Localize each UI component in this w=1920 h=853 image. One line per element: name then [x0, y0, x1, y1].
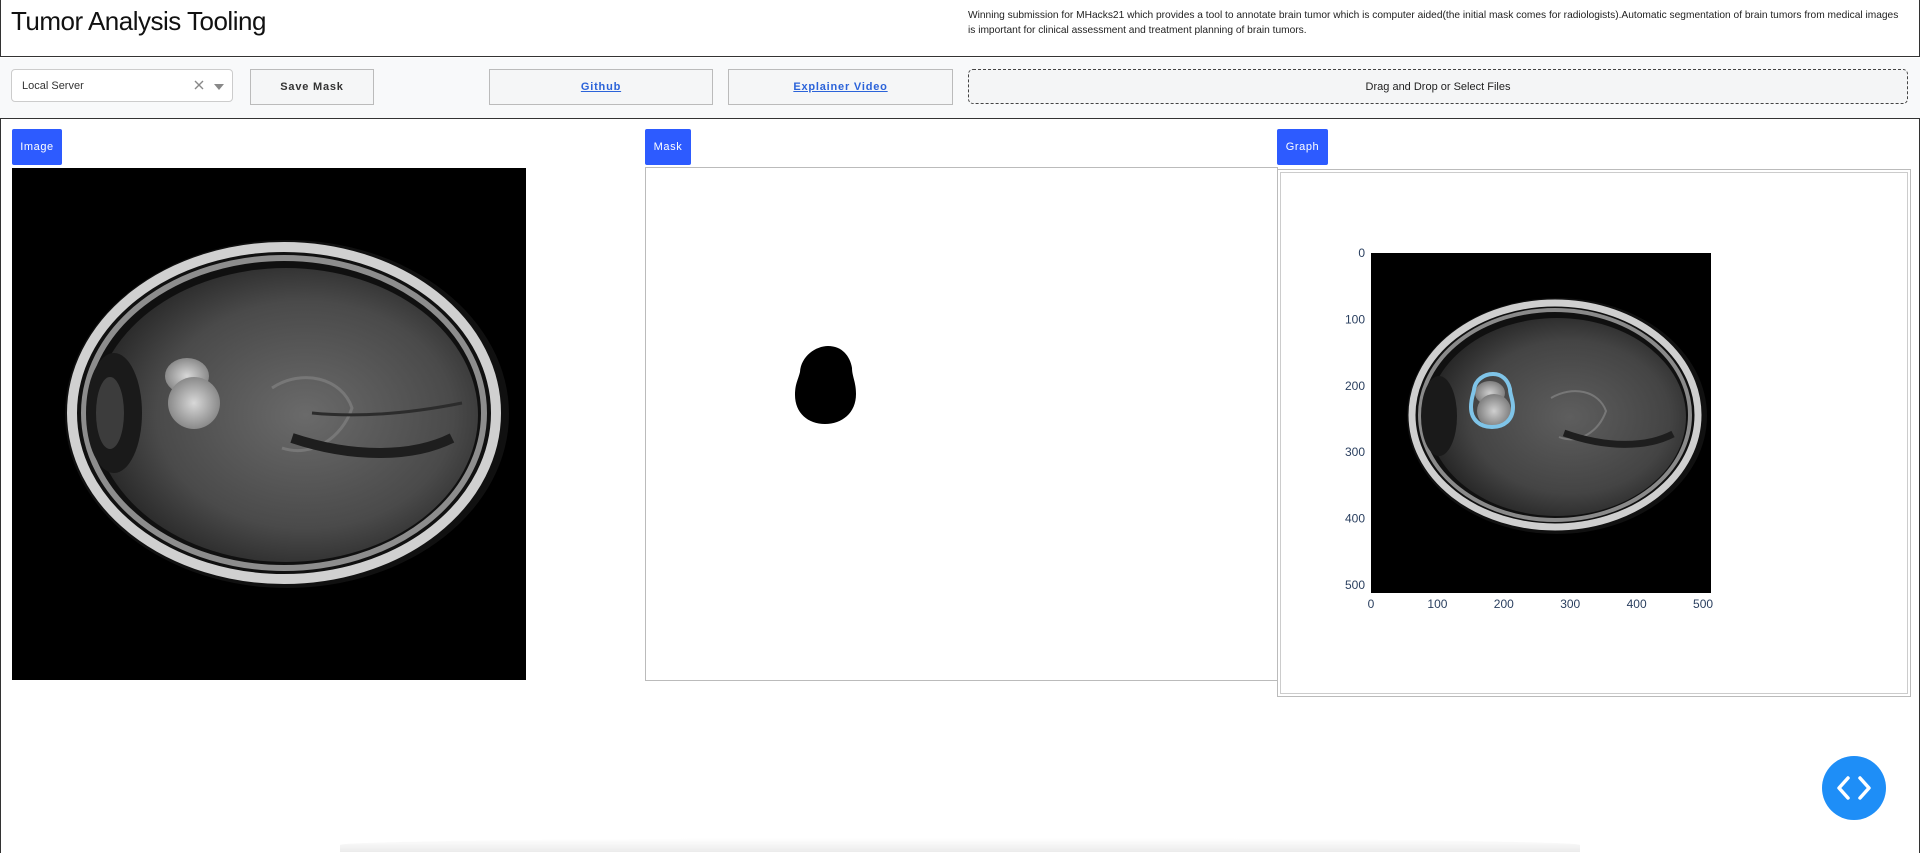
server-select[interactable]: Local Server	[11, 69, 233, 102]
code-toggle-button[interactable]	[1822, 756, 1886, 820]
x-tick-label: 200	[1494, 597, 1514, 611]
x-tick-label: 300	[1560, 597, 1580, 611]
y-tick-label: 400	[1345, 512, 1365, 526]
server-select-value: Local Server	[22, 80, 84, 92]
y-tick-label: 100	[1345, 312, 1365, 326]
header: Tumor Analysis Tooling Winning submissio…	[0, 0, 1920, 57]
mask-canvas[interactable]	[646, 168, 1277, 680]
tab-graph[interactable]: Graph	[1277, 129, 1328, 165]
main-content: Image Mask Graph 0 100 200 300 400 500 0…	[0, 118, 1920, 853]
image-frame	[11, 167, 645, 680]
y-tick-label: 300	[1345, 445, 1365, 459]
x-tick-label: 0	[1368, 597, 1375, 611]
graph-figure[interactable]: 0 100 200 300 400 500 0 100 200 300 400 500	[1281, 173, 1907, 693]
toolbar: Local Server Save Mask Github Explainer …	[0, 58, 1920, 118]
page-title: Tumor Analysis Tooling	[11, 6, 266, 36]
explainer-video-link[interactable]: Explainer Video	[728, 69, 953, 105]
file-upload-dropzone[interactable]: Drag and Drop or Select Files	[968, 69, 1908, 104]
code-icon	[1837, 776, 1871, 800]
x-tick-label: 100	[1427, 597, 1447, 611]
mask-panel: Mask	[645, 119, 1278, 681]
y-axis: 0 100 200 300 400 500	[1345, 246, 1365, 592]
y-tick-label: 0	[1358, 246, 1365, 260]
image-panel: Image	[1, 119, 645, 680]
mri-image[interactable]	[12, 168, 526, 680]
tab-image[interactable]: Image	[12, 129, 62, 165]
close-icon[interactable]	[192, 78, 206, 92]
graph-plot-area: 0 100 200 300 400 500 0 100 200 300 400 500	[1280, 172, 1908, 694]
save-mask-button[interactable]: Save Mask	[250, 69, 374, 105]
mask-frame	[645, 167, 1278, 681]
y-tick-label: 200	[1345, 379, 1365, 393]
y-tick-label: 500	[1345, 578, 1365, 592]
graph-image	[1371, 253, 1711, 593]
x-axis: 0 100 200 300 400 500	[1368, 597, 1714, 611]
x-tick-label: 500	[1693, 597, 1713, 611]
chevron-down-icon[interactable]	[214, 84, 224, 90]
x-tick-label: 400	[1627, 597, 1647, 611]
tab-mask[interactable]: Mask	[645, 129, 691, 165]
app-description: Winning submission for MHacks21 which pr…	[968, 10, 1899, 36]
graph-frame: 0 100 200 300 400 500 0 100 200 300 400 500	[1277, 169, 1911, 697]
bottom-shadow	[340, 838, 1580, 852]
github-link[interactable]: Github	[489, 69, 713, 105]
